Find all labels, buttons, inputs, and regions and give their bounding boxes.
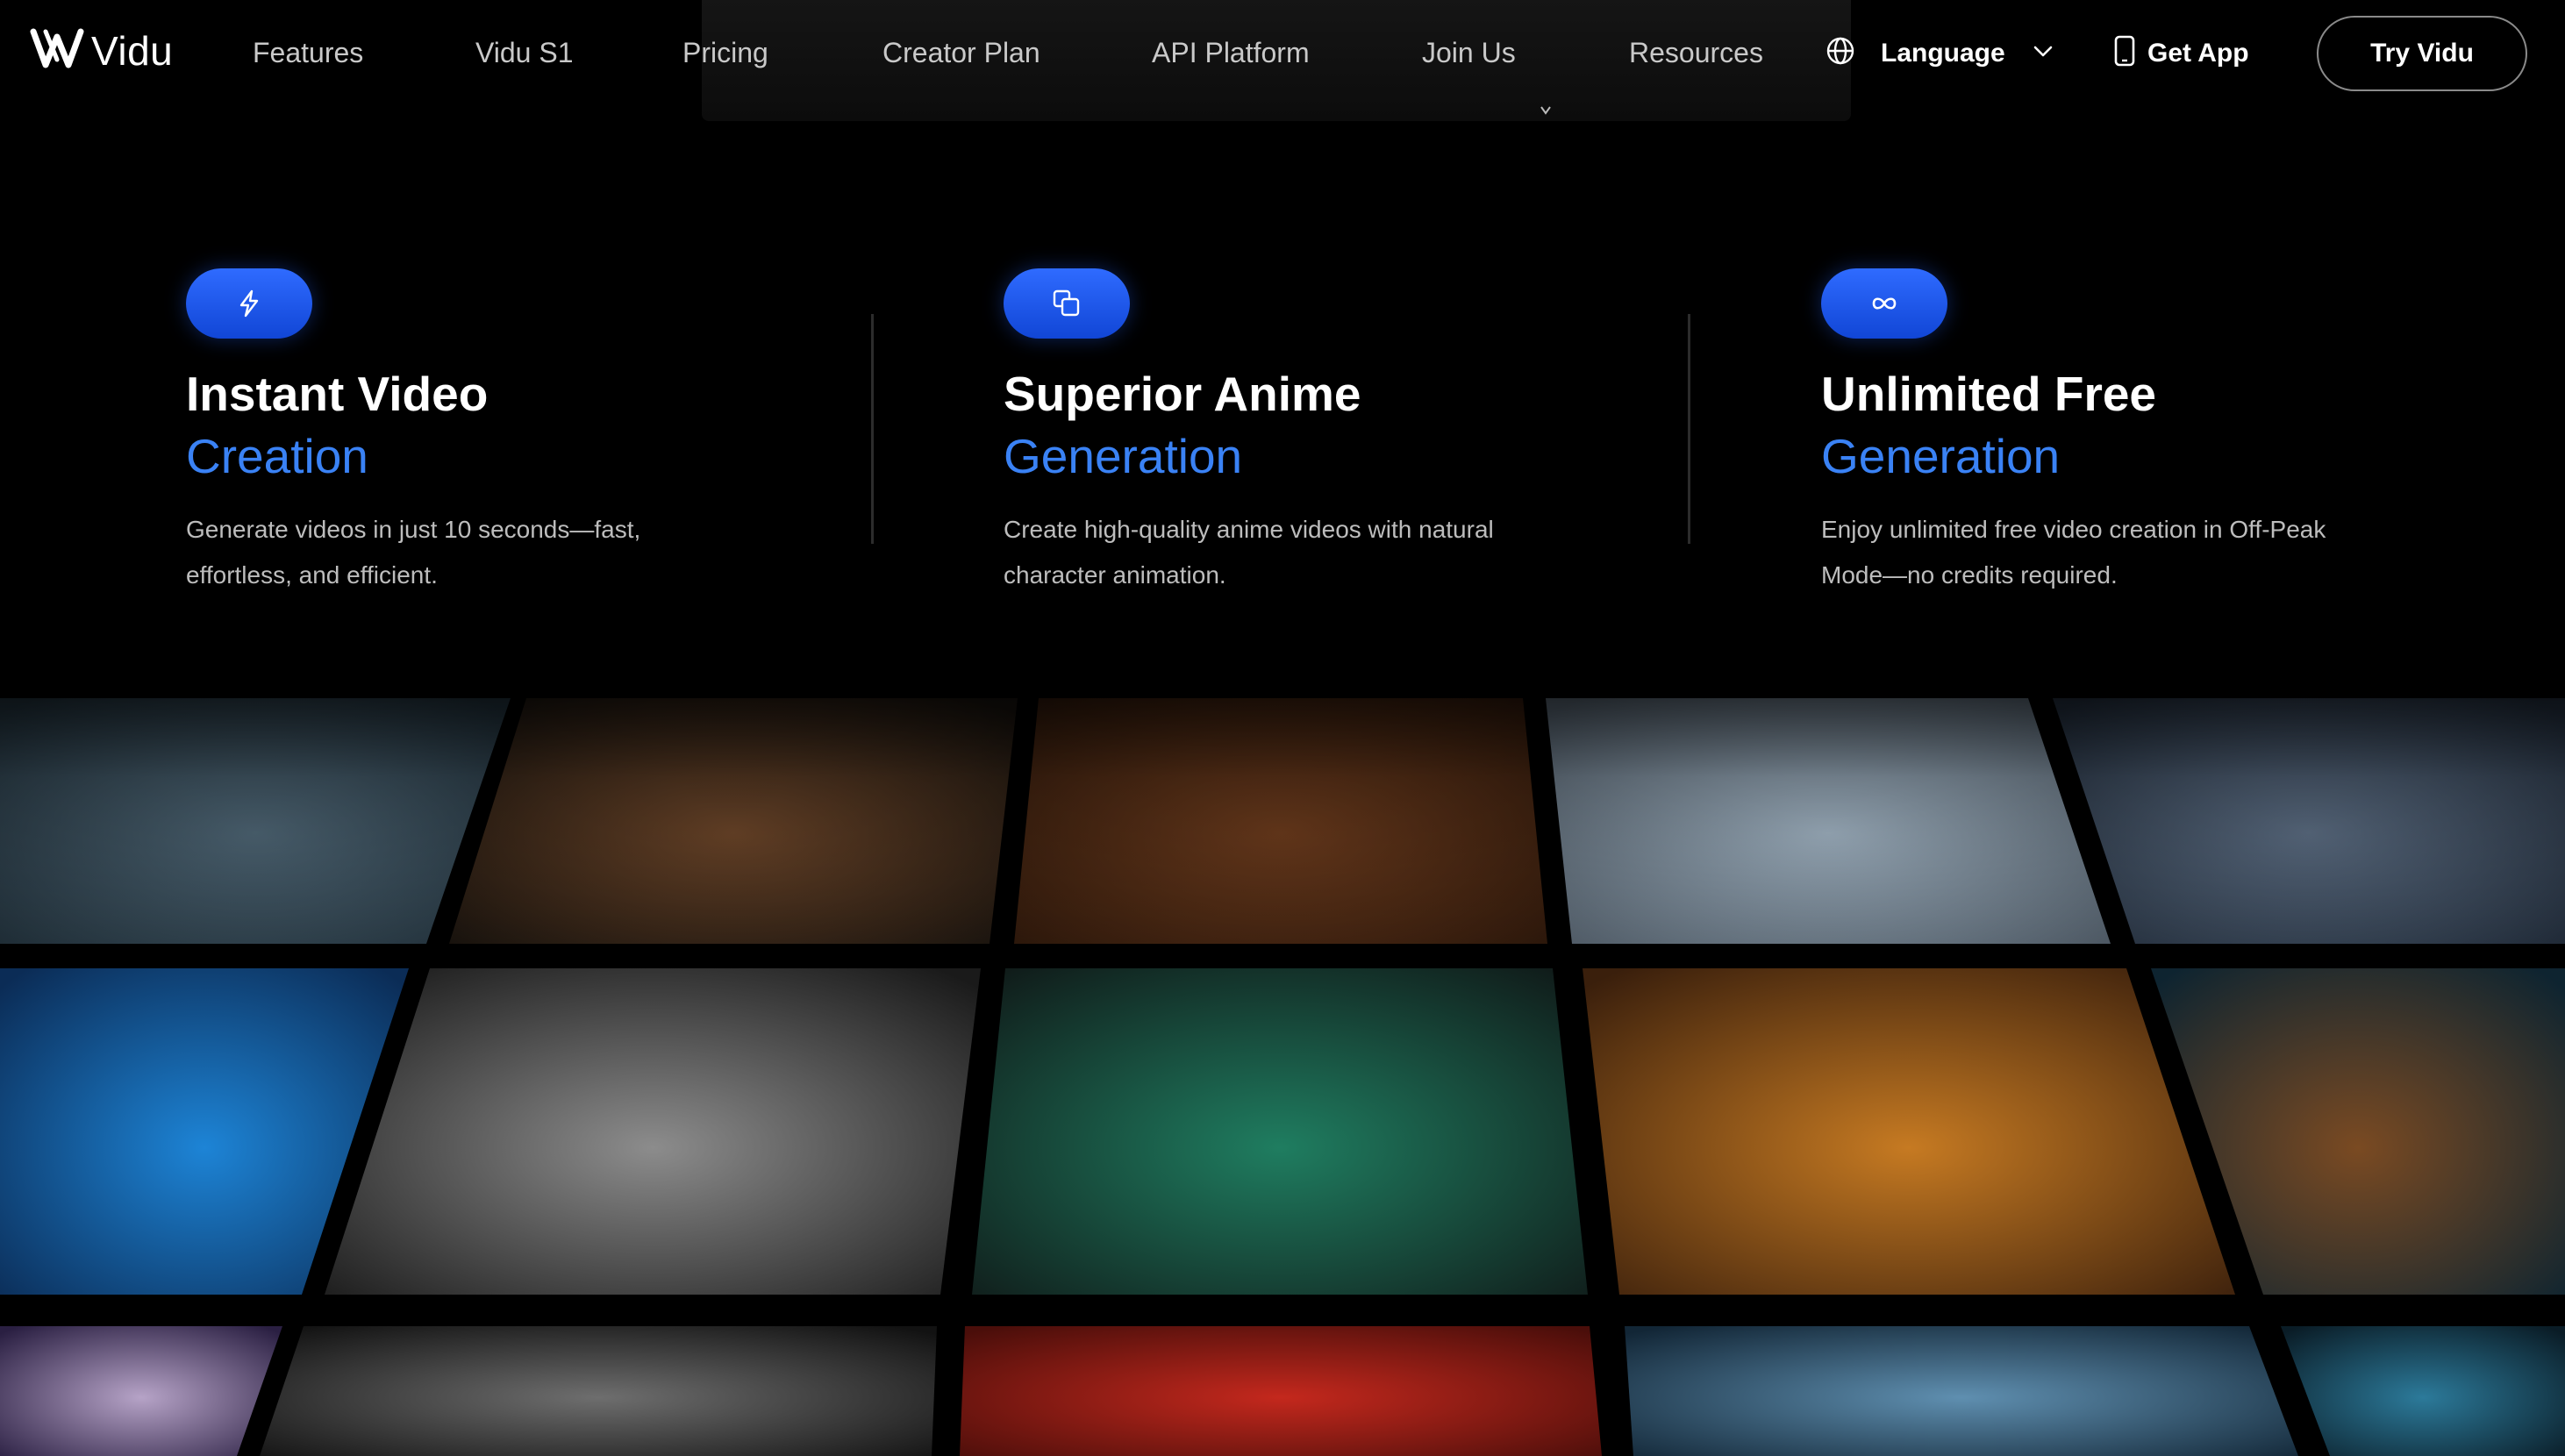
nav-link-api-platform[interactable]: API Platform <box>1152 37 1310 69</box>
nav-link-creator-plan[interactable]: Creator Plan <box>882 37 1040 69</box>
feature-divider <box>871 314 874 544</box>
gallery-tile-bird-eye <box>2281 1326 2565 1456</box>
feature-description: Enjoy unlimited free video creation in O… <box>1821 516 2326 589</box>
chevron-down-icon <box>2005 39 2054 67</box>
gallery-canvas <box>0 698 2565 1456</box>
gallery-tile-theater-girl <box>960 1326 1602 1456</box>
feature-title: Unlimited Free <box>1821 367 2157 421</box>
feature-divider <box>1688 314 1690 544</box>
get-app-button[interactable]: Get App <box>2114 35 2249 71</box>
language-selector[interactable]: Language <box>1825 35 2054 71</box>
video-gallery <box>0 698 2565 1456</box>
lightning-icon <box>186 268 312 339</box>
gallery-tile-storm-wave <box>1625 1326 2298 1456</box>
nav-link-resources[interactable]: Resources <box>1629 37 1763 69</box>
feature-subtitle: Generation <box>1821 429 2061 483</box>
gallery-tile-dark-water <box>260 1326 937 1456</box>
feature-superior-anime: Superior Anime Generation Create high-qu… <box>1004 268 1547 598</box>
get-app-label: Get App <box>2147 38 2249 68</box>
scroll-hint-icon <box>1540 106 1551 115</box>
gallery-tile-silver-statue <box>325 968 981 1295</box>
gallery-tile-demon-green <box>972 968 1588 1295</box>
gallery-tile-car-fire <box>1583 968 2235 1295</box>
nav-link-vidu-s1[interactable]: Vidu S1 <box>475 37 574 69</box>
vidu-logo[interactable]: Vidu <box>30 26 173 75</box>
nav-link-pricing[interactable]: Pricing <box>682 37 768 69</box>
globe-icon <box>1825 35 1856 71</box>
nav-link-features[interactable]: Features <box>253 37 363 69</box>
vidu-logo-icon <box>30 26 84 75</box>
feature-description: Generate videos in just 10 seconds—fast,… <box>186 516 641 589</box>
infinity-icon <box>1821 268 1947 339</box>
feature-title: Superior Anime <box>1004 367 1361 421</box>
phone-icon <box>2114 35 2135 71</box>
feature-description: Create high-quality anime videos with na… <box>1004 516 1494 589</box>
feature-subtitle: Creation <box>186 429 368 483</box>
try-vidu-button[interactable]: Try Vidu <box>2317 16 2527 91</box>
vidu-logo-text: Vidu <box>91 27 174 74</box>
nav-link-join-us[interactable]: Join Us <box>1422 37 1516 69</box>
feature-unlimited-free: Unlimited Free Generation Enjoy unlimite… <box>1821 268 2365 598</box>
top-navigation: Vidu Features Vidu S1 Pricing Creator Pl… <box>0 0 2565 121</box>
gallery-fade-overlay <box>0 698 2565 961</box>
copy-icon <box>1004 268 1130 339</box>
language-label: Language <box>1881 38 2005 68</box>
gallery-tile-night-sky <box>0 1326 282 1456</box>
feature-subtitle: Generation <box>1004 429 1243 483</box>
feature-instant-video: Instant Video Creation Generate videos i… <box>186 268 730 598</box>
feature-title: Instant Video <box>186 367 489 421</box>
